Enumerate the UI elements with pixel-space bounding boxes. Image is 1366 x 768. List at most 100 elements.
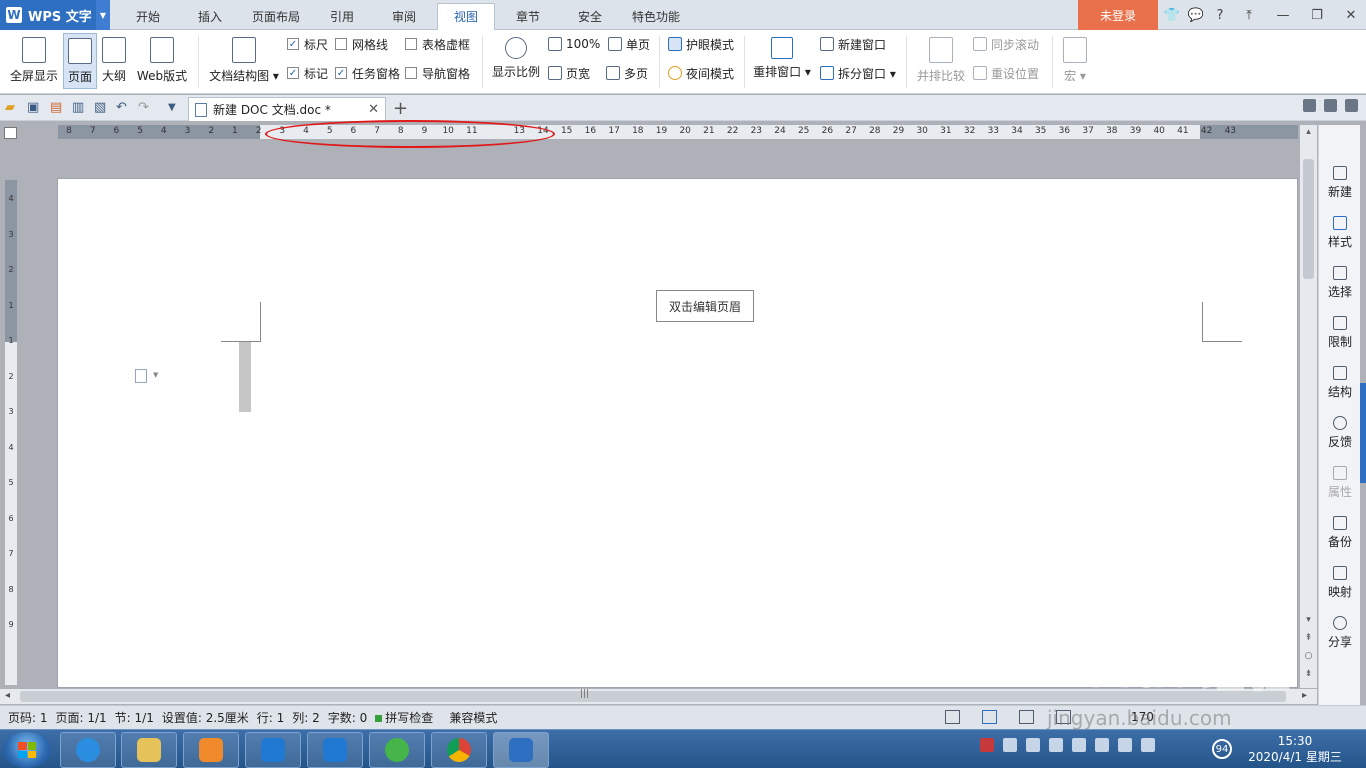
horizontal-ruler[interactable]: 8 7 6 5 4 3 2 1 2 3 4 5 6 7 8 9 10 11 13 14 15 16 17 18 19 20 21 22… xyxy=(58,125,1298,139)
minimize-icon[interactable]: — xyxy=(1266,8,1300,23)
login-button[interactable]: 未登录 xyxy=(1078,0,1158,30)
scroll-thumb[interactable] xyxy=(1303,159,1314,279)
tab-home[interactable]: 开始 xyxy=(124,6,172,30)
sogou-icon[interactable] xyxy=(980,738,994,752)
sidebar-item-backup[interactable]: 备份 xyxy=(1319,513,1361,559)
taskbar-chrome[interactable] xyxy=(431,732,487,768)
horizontal-scroll-thumb[interactable] xyxy=(20,691,1286,702)
document-tab[interactable]: 新建 DOC 文档.doc * ✕ xyxy=(188,97,386,121)
split-window-button[interactable]: 拆分窗口 ▾ xyxy=(820,64,896,82)
web-view-button[interactable]: Web版式 xyxy=(133,33,191,89)
sidebar-item-new[interactable]: 新建 xyxy=(1319,163,1361,209)
zoom-level[interactable]: 170 xyxy=(1131,710,1154,724)
status-section[interactable]: 节: 1/1 xyxy=(115,709,154,726)
taskbar-media[interactable] xyxy=(183,732,239,768)
task-pane-checkbox[interactable]: 任务窗格 xyxy=(335,64,400,82)
gridlines-checkbox[interactable]: 网格线 xyxy=(335,35,388,53)
undo-icon[interactable]: ↶ xyxy=(116,100,127,115)
open-folder-icon[interactable]: ▰ xyxy=(5,100,15,115)
taskbar-wechat[interactable] xyxy=(369,732,425,768)
print-preview-icon[interactable]: ▧ xyxy=(94,100,106,115)
outline-view-button[interactable]: 大纲 xyxy=(98,33,130,89)
shirt-icon[interactable]: 👕 xyxy=(1160,8,1184,23)
taskbar-security-1[interactable] xyxy=(245,732,301,768)
sidebar-item-style[interactable]: 样式 xyxy=(1319,213,1361,259)
nav-pane-checkbox[interactable]: 导航窗格 xyxy=(405,64,470,82)
sidebar-item-mapping[interactable]: 映射 xyxy=(1319,563,1361,609)
page-view-button[interactable]: 页面 xyxy=(63,33,97,89)
taskbar-wps[interactable] xyxy=(493,732,549,768)
side-by-side-button[interactable]: 并排比较 xyxy=(912,33,970,89)
paragraph-icon[interactable] xyxy=(135,369,147,383)
mute-icon[interactable] xyxy=(1141,738,1155,752)
spell-check-toggle[interactable]: 拼写检查 xyxy=(375,709,433,726)
tab-review[interactable]: 审阅 xyxy=(380,6,428,30)
start-button[interactable] xyxy=(3,732,51,768)
sidebar-expand-handle[interactable] xyxy=(1360,383,1366,483)
restore-icon[interactable]: ❐ xyxy=(1300,8,1334,23)
status-page-num[interactable]: 页码: 1 xyxy=(8,709,48,726)
header-edit-hint[interactable]: 双击编辑页眉 xyxy=(656,290,754,322)
network-icon[interactable] xyxy=(1118,738,1132,752)
speaker-icon[interactable] xyxy=(1072,738,1086,752)
scroll-right-icon[interactable]: ▸ xyxy=(1302,690,1307,701)
outline-view-icon[interactable] xyxy=(1019,710,1034,724)
sidebar-item-select[interactable]: 选择 xyxy=(1319,263,1361,309)
document-page[interactable]: 双击编辑页眉 ▼ xyxy=(57,178,1298,688)
status-row[interactable]: 行: 1 xyxy=(257,709,285,726)
marks-check[interactable] xyxy=(287,67,299,79)
tab-page-layout[interactable]: 页面布局 xyxy=(246,6,306,30)
sidebar-item-structure[interactable]: 结构 xyxy=(1319,363,1361,409)
taskbar-ie[interactable] xyxy=(60,732,116,768)
tab-special[interactable]: 特色功能 xyxy=(626,6,686,30)
table-grid-check[interactable] xyxy=(405,38,417,50)
save-icon[interactable]: ▣ xyxy=(27,100,39,115)
taskbar-explorer[interactable] xyxy=(121,732,177,768)
ruler-checkbox[interactable]: 标尺 xyxy=(287,35,328,53)
eye-mode-button[interactable]: 护眼模式 xyxy=(668,35,734,53)
web-view-icon[interactable] xyxy=(1056,710,1071,724)
doc-map-button[interactable]: 文档结构图 ▾ xyxy=(206,33,282,89)
ruler-check[interactable] xyxy=(287,38,299,50)
add-tab-icon[interactable]: + xyxy=(393,98,408,119)
status-pages[interactable]: 页面: 1/1 xyxy=(56,709,107,726)
macro-button[interactable]: 宏 ▾ xyxy=(1058,33,1092,89)
help-icon[interactable]: ? xyxy=(1208,8,1232,23)
nav-pane-check[interactable] xyxy=(405,67,417,79)
page-tool-icon[interactable] xyxy=(1303,99,1316,112)
customize-dropdown-icon[interactable]: ▼ xyxy=(168,102,176,113)
display-tool-icon[interactable] xyxy=(1324,99,1337,112)
tab-view[interactable]: 视图 xyxy=(437,3,495,30)
multi-page-button[interactable]: 多页 xyxy=(606,64,648,82)
app-menu-button[interactable]: W WPS 文字 ▼ xyxy=(0,0,110,30)
status-col[interactable]: 列: 2 xyxy=(292,709,320,726)
new-window-button[interactable]: 新建窗口 xyxy=(820,35,886,53)
table-grid-checkbox[interactable]: 表格虚框 xyxy=(405,35,470,53)
upload-icon[interactable]: ⤒ xyxy=(1232,8,1266,23)
security-tray-icon[interactable] xyxy=(1026,738,1040,752)
task-pane-check[interactable] xyxy=(335,67,347,79)
zoom-button[interactable]: 显示比例 xyxy=(489,33,543,89)
sidebar-item-properties[interactable]: 属性 xyxy=(1319,463,1361,509)
tab-chapter[interactable]: 章节 xyxy=(504,6,552,30)
zoom-100-button[interactable]: 100% xyxy=(548,35,600,53)
tray-badge[interactable]: 94 xyxy=(1212,739,1232,759)
close-icon[interactable]: ✕ xyxy=(1334,8,1366,23)
status-words[interactable]: 字数: 0 xyxy=(328,709,368,726)
horizontal-scrollbar[interactable]: ◂ ||| ▸ xyxy=(0,689,1317,704)
redo-icon[interactable]: ↷ xyxy=(138,100,149,115)
vertical-ruler[interactable]: 4 3 2 1 1 2 3 4 5 6 7 8 9 xyxy=(5,180,17,685)
sidebar-item-share[interactable]: 分享 xyxy=(1319,613,1361,659)
gridlines-check[interactable] xyxy=(335,38,347,50)
vertical-scrollbar[interactable]: ▴ ▾ ⇞ ○ ⇟ xyxy=(1300,125,1317,688)
status-setting[interactable]: 设置值: 2.5厘米 xyxy=(162,709,249,726)
prev-page-icon[interactable]: ⇞ xyxy=(1303,633,1314,643)
bluetooth-icon[interactable] xyxy=(1049,738,1063,752)
scroll-down-icon[interactable]: ▾ xyxy=(1303,615,1314,625)
scroll-left-icon[interactable]: ◂ xyxy=(5,690,10,701)
tab-security[interactable]: 安全 xyxy=(566,6,614,30)
chevron-down-icon[interactable]: ▼ xyxy=(153,371,158,379)
sidebar-item-feedback[interactable]: 反馈 xyxy=(1319,413,1361,459)
clock[interactable]: 15:30 2020/4/1 星期三 xyxy=(1245,733,1345,765)
fullscreen-view-icon[interactable] xyxy=(945,710,960,724)
